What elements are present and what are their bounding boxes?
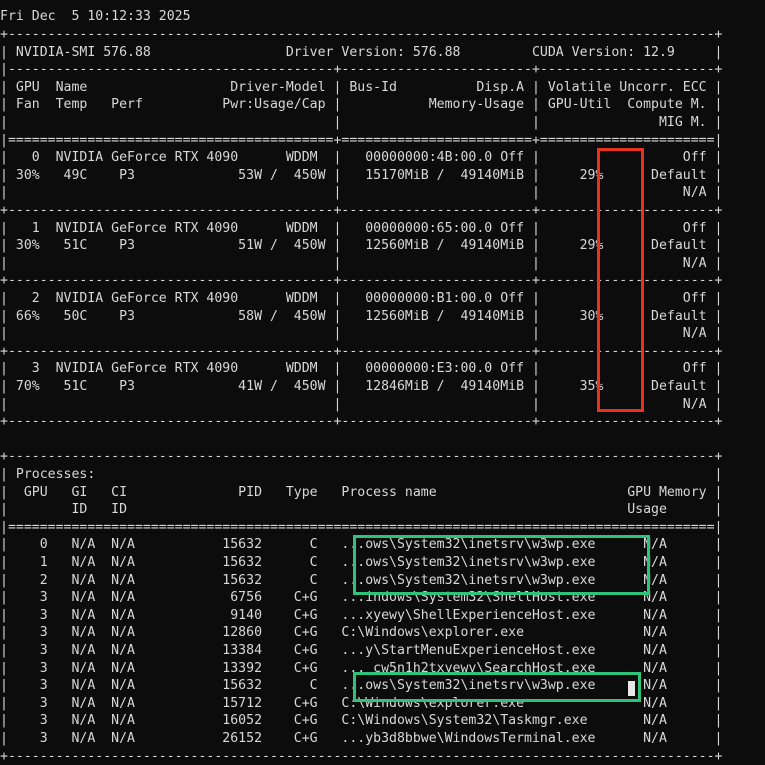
w3wp-process-highlight-box	[353, 672, 641, 702]
w3wp-process-highlight-box	[353, 535, 650, 595]
terminal-line: | NVIDIA-SMI 576.88 Driver Version: 576.…	[0, 44, 723, 60]
terminal-line: | 3 N/A N/A 9140 C+G ...xyewy\ShellExper…	[0, 607, 723, 623]
terminal-cursor	[628, 681, 635, 696]
terminal-line: | Processes: |	[0, 467, 723, 482]
terminal-line: | 3 N/A N/A 26152 C+G ...yb3d8bbwe\Windo…	[0, 731, 723, 746]
terminal-line: |---------------------------------------…	[0, 62, 723, 78]
terminal-line: +---------------------------------------…	[0, 449, 723, 465]
terminal-line: | 3 N/A N/A 12860 C+G C:\Windows\explore…	[0, 625, 723, 641]
terminal-line: | | | MIG M. |	[0, 115, 723, 130]
terminal-line: |=======================================…	[0, 519, 723, 535]
terminal-line: | 3 N/A N/A 13384 C+G ...y\StartMenuExpe…	[0, 643, 723, 658]
timestamp-line: Fri Dec 5 10:12:33 2025	[0, 9, 191, 24]
terminal-line: | 3 N/A N/A 16052 C+G C:\Windows\System3…	[0, 713, 723, 729]
terminal-line: | ID ID Usage |	[0, 502, 723, 518]
terminal-line: +---------------------------------------…	[0, 414, 723, 430]
terminal-line: |=======================================…	[0, 132, 723, 148]
terminal-line: +---------------------------------------…	[0, 27, 723, 42]
terminal-line: | GPU Name Driver-Model | Bus-Id Disp.A …	[0, 79, 723, 95]
terminal-line: | Fan Temp Perf Pwr:Usage/Cap | Memory-U…	[0, 97, 723, 113]
terminal-line: +---------------------------------------…	[0, 748, 723, 764]
terminal-line: | GPU GI CI PID Type Process name GPU Me…	[0, 484, 723, 500]
gpu-util-highlight-box	[597, 148, 644, 412]
terminal-window[interactable]: Fri Dec 5 10:12:33 2025 +---------------…	[0, 0, 765, 764]
